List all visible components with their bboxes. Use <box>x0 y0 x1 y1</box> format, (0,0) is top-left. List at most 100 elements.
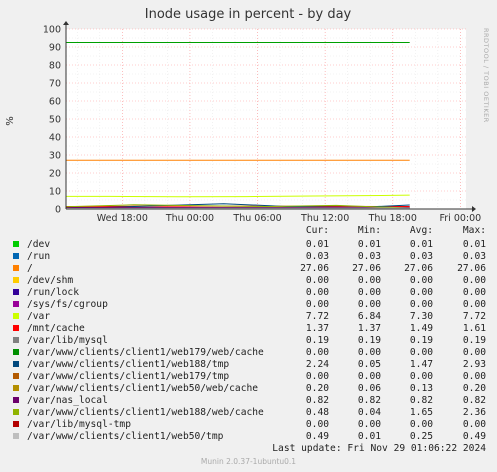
legend-avg-value: 7.30 <box>409 311 433 322</box>
legend-series-name: /var/lib/mysql <box>27 335 108 346</box>
legend-min-value: 27.06 <box>352 263 381 274</box>
legend-min-value: 0.01 <box>357 239 381 250</box>
legend-max-value: 2.36 <box>462 407 486 418</box>
y-tick-labels: 0 10 20 30 40 50 60 70 80 90 100 <box>43 25 61 216</box>
legend-row: /var/www/clients/client1/web188/web/cach… <box>0 407 497 419</box>
legend-swatch <box>13 385 19 391</box>
legend-min-value: 6.84 <box>357 311 381 322</box>
legend-cur-value: 0.00 <box>305 371 329 382</box>
legend-max-value: 1.61 <box>462 323 486 334</box>
last-update: Last update: Fri Nov 29 01:06:22 2024 <box>272 443 486 454</box>
legend-row: /var/www/clients/client1/web50/tmp 0.49 0.… <box>0 431 497 443</box>
legend-avg-value: 1.47 <box>409 359 433 370</box>
legend-max-value: 0.03 <box>462 251 486 262</box>
legend-series-name: /var/www/clients/client1/web179/tmp <box>27 371 230 382</box>
legend-row: /mnt/cache 1.37 1.37 1.49 1.61 <box>0 323 497 335</box>
legend-swatch <box>13 301 19 307</box>
legend-swatch <box>13 337 19 343</box>
y-tick-label: 100 <box>43 25 61 36</box>
legend-avg-value: 0.00 <box>409 275 433 286</box>
y-axis-arrow <box>63 21 69 25</box>
legend-cur-value: 1.37 <box>305 323 329 334</box>
legend-row: /var/lib/mysql 0.19 0.19 0.19 0.19 <box>0 335 497 347</box>
legend-avg-value: 0.00 <box>409 419 433 430</box>
legend-swatch <box>13 241 19 247</box>
y-tick-label: 0 <box>55 205 61 216</box>
legend-row: / 27.06 27.06 27.06 27.06 <box>0 263 497 275</box>
legend-min-value: 1.37 <box>357 323 381 334</box>
legend-min-value: 0.00 <box>357 347 381 358</box>
legend-cur-value: 0.82 <box>305 395 329 406</box>
y-tick-label: 70 <box>49 79 61 90</box>
legend-swatch <box>13 313 19 319</box>
legend-avg-value: 27.06 <box>404 263 433 274</box>
legend-min-value: 0.82 <box>357 395 381 406</box>
legend-series-name: /run/lock <box>27 287 79 298</box>
x-tick-label: Thu 06:00 <box>232 213 281 222</box>
legend-swatch <box>13 373 19 379</box>
legend-swatch <box>13 361 19 367</box>
legend-cur-value: 0.00 <box>305 287 329 298</box>
legend-row: /var 7.72 6.84 7.30 7.72 <box>0 311 497 323</box>
legend-min-value: 0.19 <box>357 335 381 346</box>
legend-cur-value: 0.00 <box>305 275 329 286</box>
legend-series-name: /var/www/clients/client1/web50/web/cache <box>27 383 259 394</box>
legend-series-name: /var/www/clients/client1/web179/web/cach… <box>27 347 264 358</box>
legend-max-value: 0.19 <box>462 335 486 346</box>
legend-min-value: 0.06 <box>357 383 381 394</box>
munin-version-footer: Munin 2.0.37-1ubuntu0.1 <box>200 457 297 466</box>
legend-max-value: 0.00 <box>462 275 486 286</box>
legend-row: /run/lock 0.00 0.00 0.00 0.00 <box>0 287 497 299</box>
legend-swatch <box>13 421 19 427</box>
legend-max-value: 0.82 <box>462 395 486 406</box>
legend-min-value: 0.00 <box>357 275 381 286</box>
legend-row: /var/nas_local 0.82 0.82 0.82 0.82 <box>0 395 497 407</box>
legend-cur-value: 2.24 <box>305 359 329 370</box>
x-tick-label: Thu 00:00 <box>165 213 214 222</box>
legend-row: /var/www/clients/client1/web179/web/cach… <box>0 347 497 359</box>
legend-swatch <box>13 325 19 331</box>
legend-avg-value: 0.00 <box>409 371 433 382</box>
legend-avg-value: 0.13 <box>409 383 433 394</box>
legend: Cur: Min: Avg: Max: /dev 0.01 0.01 0.01 0.01… <box>0 225 497 455</box>
legend-avg-value: 0.01 <box>409 239 433 250</box>
legend-max-value: 0.00 <box>462 299 486 310</box>
legend-avg-value: 0.03 <box>409 251 433 262</box>
legend-cur-value: 0.03 <box>305 251 329 262</box>
legend-row: /sys/fs/cgroup 0.00 0.00 0.00 0.00 <box>0 299 497 311</box>
legend-max-value: 0.00 <box>462 347 486 358</box>
legend-cur-value: 0.49 <box>305 431 329 442</box>
legend-swatch <box>13 289 19 295</box>
y-tick-label: 60 <box>49 97 61 108</box>
legend-max-value: 2.93 <box>462 359 486 370</box>
legend-swatch <box>13 397 19 403</box>
legend-series-name: /sys/fs/cgroup <box>27 299 108 310</box>
legend-swatch <box>13 253 19 259</box>
legend-swatch <box>13 433 19 439</box>
legend-series-name: /var/www/clients/client1/web188/web/cach… <box>27 407 264 418</box>
legend-avg-value: 1.49 <box>409 323 433 334</box>
legend-avg-value: 0.00 <box>409 299 433 310</box>
legend-swatch <box>13 277 19 283</box>
legend-cur-value: 0.00 <box>305 347 329 358</box>
legend-max-value: 0.00 <box>462 287 486 298</box>
legend-cur-value: 0.19 <box>305 335 329 346</box>
y-tick-label: 40 <box>49 133 61 144</box>
legend-cur-value: 0.01 <box>305 239 329 250</box>
header-avg: Avg: <box>409 225 433 236</box>
last-update-row: Last update: Fri Nov 29 01:06:22 2024 <box>0 443 497 455</box>
legend-row: /var/www/clients/client1/web188/tmp 2.24 0… <box>0 359 497 371</box>
legend-series-name: /var <box>27 311 51 322</box>
legend-min-value: 0.03 <box>357 251 381 262</box>
legend-min-value: 0.05 <box>357 359 381 370</box>
legend-cur-value: 0.00 <box>305 299 329 310</box>
legend-row: /run 0.03 0.03 0.03 0.03 <box>0 251 497 263</box>
x-tick-label: Fri 00:00 <box>440 213 482 222</box>
legend-avg-value: 0.19 <box>409 335 433 346</box>
legend-cur-value: 0.00 <box>305 419 329 430</box>
x-axis-arrow <box>472 206 476 212</box>
legend-avg-value: 0.82 <box>409 395 433 406</box>
y-tick-label: 80 <box>49 61 61 72</box>
legend-avg-value: 0.00 <box>409 287 433 298</box>
legend-swatch <box>13 349 19 355</box>
